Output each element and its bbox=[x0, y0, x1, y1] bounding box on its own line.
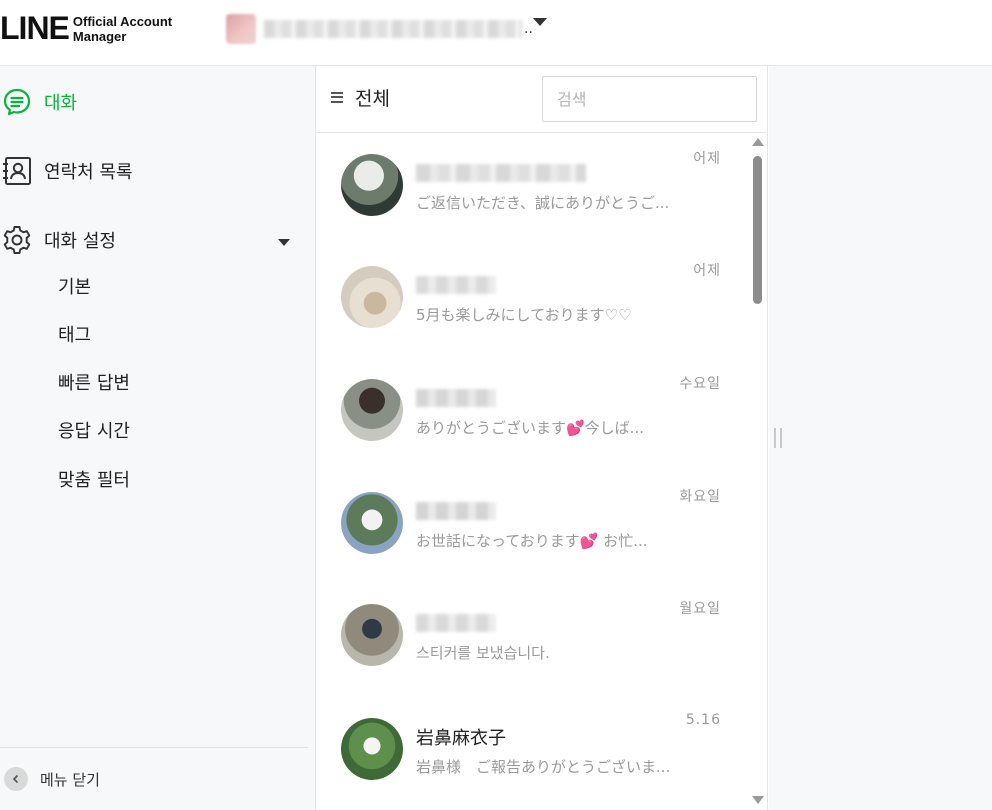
chat-time: 화요일 bbox=[679, 489, 721, 505]
sidebar-subitem-response-time[interactable]: 응답 시간 bbox=[58, 418, 130, 446]
chat-preview: ありがとうございます💕今しば... bbox=[416, 419, 644, 437]
scroll-down-arrow-icon[interactable] bbox=[752, 796, 764, 804]
sidebar-item-label: 대화 설정 bbox=[44, 231, 116, 252]
chat-list-item[interactable]: ありがとうございます💕今しば... 수요일 bbox=[317, 359, 753, 471]
scroll-thumb[interactable] bbox=[753, 156, 762, 304]
sidebar-subitem-tags[interactable]: 태그 bbox=[58, 322, 91, 350]
avatar bbox=[341, 604, 403, 666]
avatar bbox=[341, 492, 403, 554]
chat-preview: お世話になっております💕 お忙... bbox=[416, 532, 648, 550]
chat-name: 岩鼻麻衣子 bbox=[416, 728, 506, 749]
chat-preview: ご返信いただき、誠にありがとうご... bbox=[416, 194, 670, 212]
chat-list-scrollbar[interactable] bbox=[750, 134, 764, 810]
avatar bbox=[341, 718, 403, 780]
chat-name-redacted bbox=[416, 614, 496, 632]
line-oa-logo[interactable]: LINE Official Account Manager bbox=[0, 10, 172, 46]
chat-name-redacted bbox=[416, 164, 586, 182]
chat-list-item[interactable]: 岩鼻麻衣子 岩鼻様 ご報告ありがとうございま... 5.16 bbox=[317, 698, 753, 810]
sidebar-item-chat[interactable]: 대화 bbox=[0, 82, 77, 122]
chat-name-redacted bbox=[416, 389, 496, 407]
chat-list-header: 전체 bbox=[317, 66, 768, 133]
chat-list-item[interactable]: お世話になっております💕 お忙... 화요일 bbox=[317, 472, 753, 584]
chat-preview: 5月も楽しみにしております♡♡ bbox=[416, 306, 632, 324]
close-menu-button[interactable]: 메뉴 닫기 bbox=[4, 766, 100, 792]
logo-wordmark: LINE bbox=[0, 10, 70, 46]
chat-list-item[interactable]: 5月も楽しみにしております♡♡ 어제 bbox=[317, 246, 753, 358]
chat-list-item[interactable]: ご返信いただき、誠にありがとうご... 어제 bbox=[317, 134, 753, 246]
sidebar-subitem-basic[interactable]: 기본 bbox=[58, 274, 91, 302]
sidebar-subitem-quick-replies[interactable]: 빠른 답변 bbox=[58, 370, 130, 398]
sidebar-item-label: 연락처 목록 bbox=[44, 162, 133, 183]
chat-list[interactable]: ご返信いただき、誠にありがとうご... 어제 5月も楽しみにしております♡♡ 어… bbox=[317, 134, 753, 810]
sidebar-item-contacts[interactable]: 연락처 목록 bbox=[0, 151, 133, 191]
menu-icon bbox=[331, 91, 343, 103]
account-selector[interactable]: .. bbox=[226, 12, 533, 46]
sidebar-subitem-custom-filters[interactable]: 맞춤 필터 bbox=[58, 467, 130, 495]
chevron-left-icon bbox=[4, 767, 28, 791]
gear-icon bbox=[0, 223, 34, 257]
chevron-down-icon[interactable] bbox=[278, 239, 290, 246]
filter-label: 전체 bbox=[355, 87, 390, 110]
chat-name-redacted bbox=[416, 502, 496, 520]
panel-resize-handle[interactable] bbox=[774, 428, 782, 448]
close-menu-label: 메뉴 닫기 bbox=[40, 770, 100, 789]
chat-time: 월요일 bbox=[679, 601, 721, 617]
account-name-ellipsis: .. bbox=[524, 21, 533, 37]
sidebar-divider bbox=[0, 747, 308, 748]
scroll-up-arrow-icon[interactable] bbox=[752, 138, 764, 146]
chat-name-redacted bbox=[416, 276, 496, 294]
contact-card-icon bbox=[0, 154, 34, 188]
sidebar-item-chat-settings[interactable]: 대화 설정 bbox=[0, 220, 116, 260]
chat-list-item[interactable]: 스티커를 보냈습니다. 월요일 bbox=[317, 584, 753, 696]
account-avatar bbox=[226, 14, 256, 44]
chat-time: 수요일 bbox=[679, 376, 721, 392]
chat-time: 어제 bbox=[693, 263, 721, 279]
sidebar-item-label: 대화 bbox=[44, 93, 78, 114]
chat-preview: 岩鼻様 ご報告ありがとうございま... bbox=[416, 758, 671, 776]
account-dropdown-caret-icon[interactable] bbox=[533, 18, 547, 26]
avatar bbox=[341, 266, 403, 328]
sidebar: 대화 연락처 목록 대화 설정 기본 태그 빠른 답변 응답 시간 맞춤 필터 bbox=[0, 66, 316, 810]
search-input[interactable] bbox=[542, 76, 757, 122]
chat-time: 어제 bbox=[693, 151, 721, 167]
filter-dropdown[interactable]: 전체 bbox=[331, 84, 390, 110]
chat-detail-pane bbox=[769, 66, 992, 810]
chat-bubble-icon bbox=[0, 85, 34, 119]
chat-list-panel: 전체 ご返信いただき、誠にありがとうご... 어제 5月も楽しみにしております♡… bbox=[317, 66, 768, 810]
chat-time: 5.16 bbox=[685, 712, 721, 728]
avatar bbox=[341, 379, 403, 441]
logo-subtitle: Official Account Manager bbox=[72, 14, 173, 44]
account-name-redacted bbox=[264, 20, 522, 38]
top-header: LINE Official Account Manager .. bbox=[0, 0, 992, 66]
avatar bbox=[341, 154, 403, 216]
chat-preview: 스티커를 보냈습니다. bbox=[416, 644, 550, 662]
